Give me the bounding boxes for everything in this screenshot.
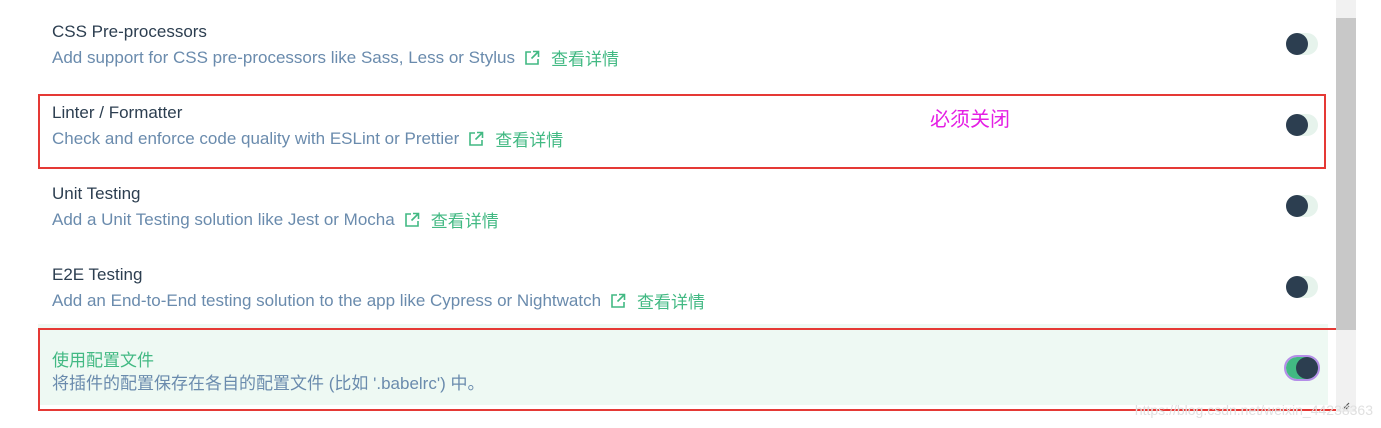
feature-item-unit-testing[interactable]: Unit Testing Add a Unit Testing solution…: [38, 162, 1328, 243]
feature-item-linter-formatter[interactable]: Linter / Formatter Check and enforce cod…: [38, 81, 1328, 162]
watermark: https://blog.csdn.net/weixin_44238363: [1134, 402, 1373, 418]
feature-item-config-files[interactable]: 使用配置文件 将插件的配置保存在各自的配置文件 (比如 '.babelrc') …: [38, 324, 1328, 405]
feature-item-css-preprocessors[interactable]: CSS Pre-processors Add support for CSS p…: [38, 0, 1328, 81]
vertical-scrollbar[interactable]: [1336, 0, 1356, 412]
more-info-link[interactable]: 查看详情: [637, 288, 705, 313]
feature-description: Add support for CSS pre-processors like …: [52, 47, 515, 67]
external-link-icon[interactable]: [468, 131, 484, 147]
feature-description-row: Add support for CSS pre-processors like …: [52, 45, 619, 70]
external-link-icon[interactable]: [610, 293, 626, 309]
toggle-knob: [1286, 33, 1308, 55]
feature-title: 使用配置文件: [52, 351, 154, 370]
feature-toggle[interactable]: [1286, 276, 1318, 298]
feature-description: Add an End-to-End testing solution to th…: [52, 290, 602, 310]
toggle-knob: [1286, 195, 1308, 217]
feature-description-row: Check and enforce code quality with ESLi…: [52, 126, 563, 151]
external-link-icon[interactable]: [524, 50, 540, 66]
toggle-knob: [1286, 276, 1308, 298]
feature-item-e2e-testing[interactable]: E2E Testing Add an End-to-End testing so…: [38, 243, 1328, 324]
annotation-text: 必须关闭: [930, 109, 1010, 131]
feature-toggle[interactable]: [1284, 355, 1320, 381]
feature-title: E2E Testing: [52, 265, 143, 284]
feature-toggle[interactable]: [1286, 114, 1318, 136]
more-info-link[interactable]: 查看详情: [495, 126, 563, 151]
feature-toggle[interactable]: [1286, 33, 1318, 55]
feature-list: CSS Pre-processors Add support for CSS p…: [38, 0, 1328, 405]
feature-description: Add a Unit Testing solution like Jest or…: [52, 209, 395, 229]
feature-title: Unit Testing: [52, 184, 141, 203]
scrollbar-thumb[interactable]: [1336, 18, 1356, 330]
toggle-knob: [1296, 357, 1318, 379]
more-info-link[interactable]: 查看详情: [551, 45, 619, 70]
feature-title: CSS Pre-processors: [52, 22, 207, 41]
more-info-link[interactable]: 查看详情: [431, 207, 499, 232]
feature-description-row: Add an End-to-End testing solution to th…: [52, 288, 705, 313]
feature-description: 将插件的配置保存在各自的配置文件 (比如 '.babelrc') 中。: [52, 374, 485, 393]
feature-toggle[interactable]: [1286, 195, 1318, 217]
toggle-knob: [1286, 114, 1308, 136]
feature-description-row: Add a Unit Testing solution like Jest or…: [52, 207, 499, 232]
feature-title: Linter / Formatter: [52, 103, 183, 122]
feature-description: Check and enforce code quality with ESLi…: [52, 128, 460, 148]
feature-description-row: 将插件的配置保存在各自的配置文件 (比如 '.babelrc') 中。: [52, 369, 484, 394]
external-link-icon[interactable]: [404, 212, 420, 228]
